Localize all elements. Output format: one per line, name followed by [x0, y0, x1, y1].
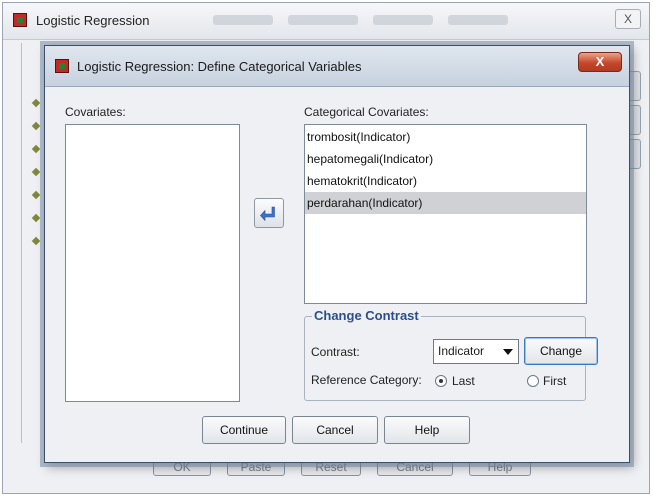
blurred-tab — [288, 15, 358, 25]
reference-last-radio[interactable] — [435, 375, 447, 387]
list-item-perdarahan[interactable]: perdarahan(Indicator) — [305, 192, 586, 214]
background-titlebar: Logistic Regression X — [3, 3, 649, 40]
close-icon: X — [595, 54, 605, 69]
covariates-label: Covariates: — [65, 105, 126, 119]
list-item-hepatomegali[interactable]: hepatomegali(Indicator) — [305, 148, 586, 170]
list-item-hematokrit[interactable]: hematokrit(Indicator) — [305, 170, 586, 192]
arrow-left-icon — [260, 206, 275, 222]
move-variable-button[interactable] — [254, 198, 284, 228]
chevron-down-icon — [503, 349, 513, 355]
cancel-button[interactable]: Cancel — [292, 416, 378, 444]
blurred-tab — [213, 15, 273, 25]
app-icon — [13, 13, 27, 27]
contrast-select[interactable]: Indicator — [433, 339, 519, 364]
contrast-select-value: Indicator — [438, 344, 485, 358]
categorical-covariates-label: Categorical Covariates: — [304, 105, 429, 119]
dialog-title: Logistic Regression: Define Categorical … — [77, 59, 362, 74]
app-icon — [55, 59, 69, 73]
list-item-trombosit[interactable]: trombosit(Indicator) — [305, 126, 586, 148]
covariates-list[interactable] — [65, 124, 240, 402]
reference-category-label: Reference Category: — [311, 373, 422, 387]
change-contrast-title: Change Contrast — [312, 308, 421, 323]
dialog-close-button[interactable]: X — [578, 52, 622, 72]
reference-last-label: Last — [452, 374, 475, 388]
define-categorical-dialog: Logistic Regression: Define Categorical … — [44, 45, 630, 463]
help-button[interactable]: Help — [384, 416, 470, 444]
contrast-label: Contrast: — [311, 345, 360, 359]
change-contrast-group: Change Contrast Contrast: Indicator Chan… — [304, 308, 598, 401]
dialog-titlebar: Logistic Regression: Define Categorical … — [45, 46, 629, 87]
blurred-tab — [448, 15, 508, 25]
background-window-title: Logistic Regression — [36, 13, 150, 28]
continue-button[interactable]: Continue — [202, 416, 286, 444]
background-close-button[interactable]: X — [615, 9, 641, 29]
blurred-tab — [373, 15, 433, 25]
reference-first-label: First — [543, 374, 567, 388]
reference-first-radio[interactable] — [527, 375, 539, 387]
categorical-covariates-list[interactable]: trombosit(Indicator) hepatomegali(Indica… — [304, 124, 587, 304]
change-button[interactable]: Change — [524, 337, 598, 365]
